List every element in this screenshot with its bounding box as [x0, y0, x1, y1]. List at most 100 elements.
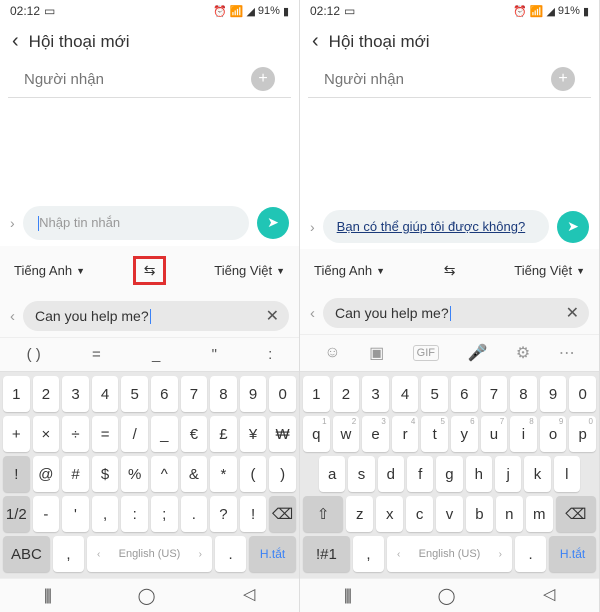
target-lang-selector[interactable]: Tiếng Việt▼	[214, 263, 285, 278]
key[interactable]: ?	[210, 496, 237, 532]
key[interactable]: l	[554, 456, 580, 492]
home-button[interactable]: ◯	[438, 586, 456, 606]
key[interactable]: r4	[392, 416, 419, 452]
more-icon[interactable]: ⋯	[559, 343, 575, 363]
symbols-page-key[interactable]: 1/2	[3, 496, 30, 532]
send-button[interactable]: ➤	[557, 211, 589, 243]
key[interactable]: ¥	[240, 416, 267, 452]
key[interactable]: f	[407, 456, 433, 492]
comma-key[interactable]: ,	[353, 536, 384, 572]
key[interactable]: v	[436, 496, 463, 532]
key[interactable]: .	[181, 496, 208, 532]
key[interactable]: n	[496, 496, 523, 532]
key[interactable]: g	[436, 456, 462, 492]
key[interactable]: ×	[33, 416, 60, 452]
key[interactable]: k	[524, 456, 550, 492]
shift-key[interactable]: ⇧	[303, 496, 343, 532]
key[interactable]: €	[181, 416, 208, 452]
key[interactable]: 2	[333, 376, 360, 412]
key[interactable]: )	[269, 456, 296, 492]
suggestion[interactable]: "	[212, 346, 217, 363]
key[interactable]: 7	[181, 376, 208, 412]
key[interactable]: *	[210, 456, 237, 492]
translate-input[interactable]: Can you help me? ✕	[323, 298, 589, 328]
key[interactable]: 9	[540, 376, 567, 412]
key[interactable]: ^	[151, 456, 178, 492]
key[interactable]: m	[526, 496, 553, 532]
shortcut-key[interactable]: H.tắt	[549, 536, 596, 572]
key[interactable]: 0	[269, 376, 296, 412]
key[interactable]: 1	[303, 376, 330, 412]
key[interactable]: 2	[33, 376, 60, 412]
key[interactable]: w2	[333, 416, 360, 452]
exclam-key[interactable]: !	[3, 456, 30, 492]
key[interactable]: 1	[3, 376, 30, 412]
key[interactable]: e3	[362, 416, 389, 452]
translate-input[interactable]: Can you help me? ✕	[23, 301, 289, 331]
clear-button[interactable]: ✕	[266, 306, 279, 326]
key[interactable]: 8	[210, 376, 237, 412]
home-button[interactable]: ◯	[138, 586, 156, 606]
key[interactable]: @	[33, 456, 60, 492]
key[interactable]: b	[466, 496, 493, 532]
key[interactable]: c	[406, 496, 433, 532]
key[interactable]: p0	[569, 416, 596, 452]
key[interactable]: j	[495, 456, 521, 492]
add-recipient-button[interactable]: +	[551, 67, 575, 91]
key[interactable]: t5	[421, 416, 448, 452]
sticker-icon[interactable]: ▣	[369, 343, 384, 363]
key[interactable]: q1	[303, 416, 330, 452]
key[interactable]: 9	[240, 376, 267, 412]
key[interactable]: d	[378, 456, 404, 492]
key[interactable]: a	[319, 456, 345, 492]
key[interactable]: $	[92, 456, 119, 492]
send-button[interactable]: ➤	[257, 207, 289, 239]
compose-input[interactable]: Bạn có thể giúp tôi được không?	[323, 210, 549, 243]
suggestion[interactable]: :	[268, 346, 272, 363]
key[interactable]: i8	[510, 416, 537, 452]
space-key[interactable]: English (US)	[387, 536, 512, 572]
back-button[interactable]: ‹	[12, 30, 19, 53]
shortcut-key[interactable]: H.tắt	[249, 536, 296, 572]
key[interactable]: s	[348, 456, 374, 492]
key[interactable]: !	[240, 496, 267, 532]
clear-button[interactable]: ✕	[566, 303, 579, 323]
recents-button[interactable]: |||	[344, 587, 350, 605]
collapse-icon[interactable]: ‹	[10, 308, 15, 325]
add-recipient-button[interactable]: +	[251, 67, 275, 91]
key[interactable]: 4	[92, 376, 119, 412]
key[interactable]: ₩	[269, 416, 296, 452]
key[interactable]: _	[151, 416, 178, 452]
key[interactable]: :	[121, 496, 148, 532]
gif-icon[interactable]: GIF	[413, 345, 439, 361]
key[interactable]: 6	[451, 376, 478, 412]
key[interactable]: ;	[151, 496, 178, 532]
key[interactable]: %	[121, 456, 148, 492]
backspace-key[interactable]: ⌫	[269, 496, 296, 532]
emoji-icon[interactable]: ☺	[324, 344, 340, 362]
key[interactable]: 3	[362, 376, 389, 412]
key[interactable]: 7	[481, 376, 508, 412]
key[interactable]: 6	[151, 376, 178, 412]
key[interactable]: 4	[392, 376, 419, 412]
source-lang-selector[interactable]: Tiếng Anh▼	[314, 263, 385, 278]
suggestion[interactable]: =	[92, 346, 101, 363]
key[interactable]: =	[92, 416, 119, 452]
mic-icon[interactable]: 🎤	[468, 343, 488, 363]
back-button[interactable]: ▷	[543, 586, 555, 606]
key[interactable]: ,	[92, 496, 119, 532]
collapse-icon[interactable]: ‹	[310, 305, 315, 322]
symbols-key[interactable]: !#1	[303, 536, 350, 572]
key[interactable]: o9	[540, 416, 567, 452]
backspace-key[interactable]: ⌫	[556, 496, 596, 532]
key[interactable]: (	[240, 456, 267, 492]
key[interactable]: &	[181, 456, 208, 492]
compose-input[interactable]: Nhập tin nhắn	[23, 206, 249, 240]
key[interactable]: 8	[510, 376, 537, 412]
settings-icon[interactable]: ⚙	[516, 343, 530, 363]
space-key[interactable]: English (US)	[87, 536, 212, 572]
period-key[interactable]: .	[215, 536, 246, 572]
suggestion[interactable]: _	[152, 346, 160, 363]
recipient-input[interactable]	[24, 71, 251, 88]
expand-icon[interactable]: ›	[310, 219, 315, 235]
